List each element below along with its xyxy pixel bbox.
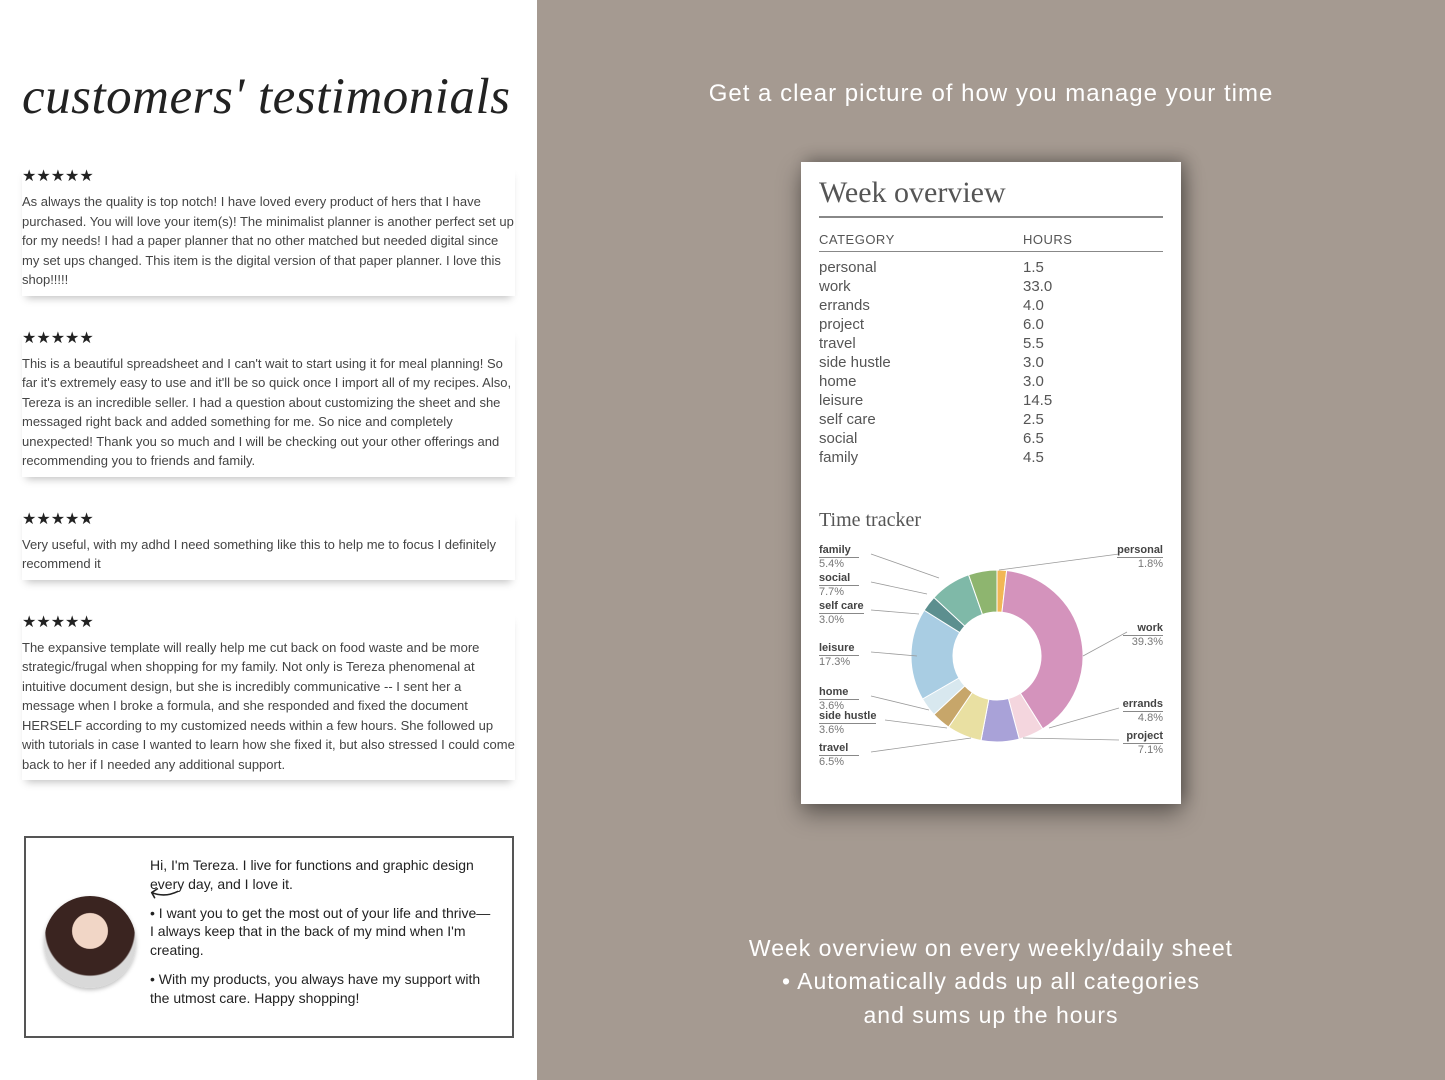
category-header: CATEGORY HOURS [819, 232, 1163, 252]
right-headline: Get a clear picture of how you manage yo… [709, 80, 1274, 108]
donut-chart: family5.4% social7.7% self care3.0% leis… [819, 538, 1163, 776]
leader-line [871, 582, 927, 594]
cell-category: work [819, 278, 1023, 295]
review-item: ★★★★★ Very useful, with my adhd I need so… [22, 509, 515, 580]
cell-hours: 14.5 [1023, 392, 1163, 409]
chart-label-selfcare: self care3.0% [819, 600, 864, 626]
chart-label-travel: travel6.5% [819, 742, 859, 768]
intro-line: Hi, I'm Tereza. I live for functions and… [150, 856, 494, 894]
footer-line: Week overview on every weekly/daily shee… [537, 932, 1445, 965]
footer-line: and sums up the hours [537, 999, 1445, 1032]
category-rows: personal1.5work33.0errands4.0project6.0t… [819, 258, 1163, 467]
review-item: ★★★★★ This is a beautiful spreadsheet and… [22, 328, 515, 477]
chart-label-social: social7.7% [819, 572, 859, 598]
star-rating: ★★★★★ [22, 166, 515, 186]
leader-line [871, 554, 939, 578]
star-rating: ★★★★★ [22, 612, 515, 632]
review-text: The expansive template will really help … [22, 638, 515, 775]
footer-line: • Automatically adds up all categories [537, 965, 1445, 998]
cell-category: family [819, 449, 1023, 466]
cell-hours: 3.0 [1023, 354, 1163, 371]
right-panel: Get a clear picture of how you manage yo… [537, 0, 1445, 1080]
cell-hours: 6.5 [1023, 430, 1163, 447]
intro-line: • I want you to get the most out of your… [150, 904, 494, 961]
chart-label-sidehustle: side hustle3.6% [819, 710, 876, 736]
leader-line [1083, 632, 1127, 656]
table-row: side hustle3.0 [819, 353, 1163, 372]
reviews-list: ★★★★★ As always the quality is top notch!… [22, 166, 515, 780]
table-row: self care2.5 [819, 410, 1163, 429]
chart-label-leisure: leisure17.3% [819, 642, 859, 668]
table-row: family4.5 [819, 448, 1163, 467]
cell-category: errands [819, 297, 1023, 314]
leader-line [885, 720, 947, 728]
chart-label-personal: personal1.8% [1117, 544, 1163, 570]
chart-label-family: family5.4% [819, 544, 859, 570]
avatar [44, 896, 136, 988]
cell-hours: 6.0 [1023, 316, 1163, 333]
right-footer: Week overview on every weekly/daily shee… [537, 932, 1445, 1032]
cell-hours: 4.0 [1023, 297, 1163, 314]
review-item: ★★★★★ The expansive template will really … [22, 612, 515, 781]
leader-line [871, 696, 929, 710]
star-rating: ★★★★★ [22, 328, 515, 348]
cell-category: personal [819, 259, 1023, 276]
cell-category: social [819, 430, 1023, 447]
review-item: ★★★★★ As always the quality is top notch!… [22, 166, 515, 296]
table-row: project6.0 [819, 315, 1163, 334]
left-panel: customers' testimonials ★★★★★ As always t… [0, 0, 537, 1080]
table-row: social6.5 [819, 429, 1163, 448]
chart-label-home: home3.6% [819, 686, 859, 712]
table-row: errands4.0 [819, 296, 1163, 315]
leader-line [999, 554, 1119, 570]
col-hours-label: HOURS [1023, 232, 1163, 247]
table-row: travel5.5 [819, 334, 1163, 353]
review-text: As always the quality is top notch! I ha… [22, 192, 515, 290]
testimonials-title: customers' testimonials [22, 68, 515, 126]
review-text: Very useful, with my adhd I need somethi… [22, 535, 515, 574]
cell-hours: 33.0 [1023, 278, 1163, 295]
star-rating: ★★★★★ [22, 509, 515, 529]
sheet-title: Week overview [819, 176, 1163, 218]
cell-category: project [819, 316, 1023, 333]
table-row: personal1.5 [819, 258, 1163, 277]
cell-hours: 4.5 [1023, 449, 1163, 466]
intro-text: Hi, I'm Tereza. I live for functions and… [150, 856, 494, 1018]
chart-label-errands: errands4.8% [1123, 698, 1163, 724]
cell-category: travel [819, 335, 1023, 352]
leader-line [871, 610, 919, 614]
review-text: This is a beautiful spreadsheet and I ca… [22, 354, 515, 471]
table-row: work33.0 [819, 277, 1163, 296]
cell-hours: 3.0 [1023, 373, 1163, 390]
intro-line: • With my products, you always have my s… [150, 970, 494, 1008]
cell-hours: 1.5 [1023, 259, 1163, 276]
week-overview-sheet: Week overview CATEGORY HOURS personal1.5… [801, 162, 1181, 804]
cell-category: leisure [819, 392, 1023, 409]
leader-line [871, 738, 971, 752]
leader-line [1023, 738, 1119, 740]
donut-svg [819, 538, 1163, 776]
chart-label-project: project7.1% [1123, 730, 1163, 756]
table-row: leisure14.5 [819, 391, 1163, 410]
col-category-label: CATEGORY [819, 232, 1023, 247]
cell-hours: 5.5 [1023, 335, 1163, 352]
chart-label-work: work39.3% [1123, 622, 1163, 648]
cell-category: home [819, 373, 1023, 390]
intro-box: Hi, I'm Tereza. I live for functions and… [24, 836, 514, 1038]
cell-category: self care [819, 411, 1023, 428]
time-tracker-title: Time tracker [819, 509, 1163, 532]
table-row: home3.0 [819, 372, 1163, 391]
cell-hours: 2.5 [1023, 411, 1163, 428]
cell-category: side hustle [819, 354, 1023, 371]
leader-line [871, 652, 917, 656]
